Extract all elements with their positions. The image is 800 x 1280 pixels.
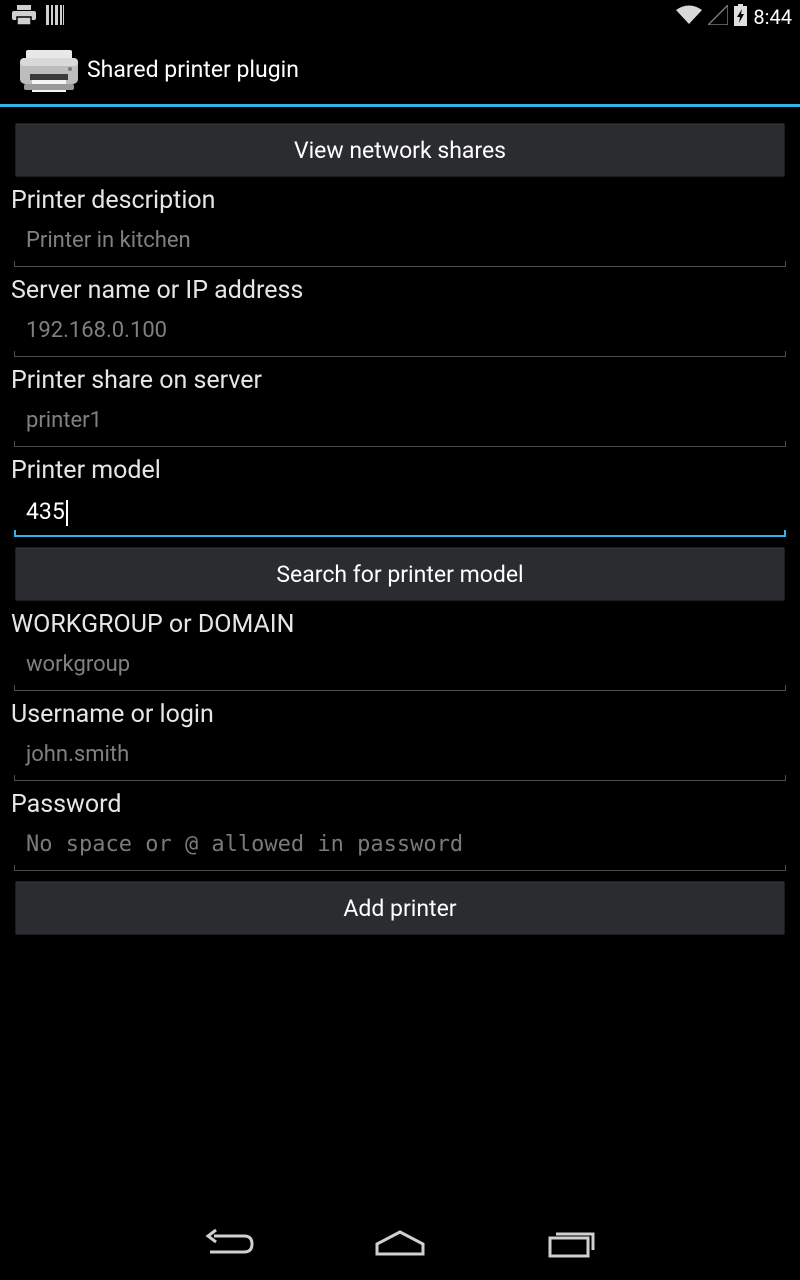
- barcode-notification-icon: [46, 5, 64, 29]
- status-bar: 8:44: [0, 0, 800, 33]
- printer-model-field[interactable]: 435: [14, 492, 786, 537]
- printer-description-field[interactable]: Printer in kitchen: [14, 222, 786, 267]
- server-field[interactable]: 192.168.0.100: [14, 312, 786, 357]
- workgroup-label: WORKGROUP or DOMAIN: [11, 610, 295, 639]
- server-placeholder: 192.168.0.100: [26, 318, 168, 343]
- share-label: Printer share on server: [11, 366, 263, 395]
- workgroup-field[interactable]: workgroup: [14, 646, 786, 691]
- field-underline: [14, 685, 786, 691]
- server-label: Server name or IP address: [11, 276, 304, 305]
- search-printer-model-button[interactable]: Search for printer model: [15, 547, 785, 601]
- username-label: Username or login: [11, 700, 214, 729]
- action-bar-divider: [0, 104, 800, 107]
- username-placeholder: john.smith: [26, 742, 130, 767]
- printer-app-icon[interactable]: [18, 50, 80, 94]
- field-underline: [14, 351, 786, 357]
- field-underline-focused: [14, 530, 786, 537]
- field-underline: [14, 775, 786, 781]
- signal-icon: [706, 3, 730, 29]
- printer-model-label: Printer model: [11, 456, 161, 485]
- add-printer-button[interactable]: Add printer: [15, 881, 785, 935]
- username-field[interactable]: john.smith: [14, 736, 786, 781]
- printer-model-value: 435: [26, 498, 68, 526]
- wifi-icon: [676, 5, 703, 29]
- text-caret: [65, 499, 68, 526]
- password-label: Password: [11, 790, 122, 819]
- navigation-bar: [0, 1208, 800, 1280]
- workgroup-placeholder: workgroup: [26, 652, 131, 677]
- field-underline: [14, 865, 786, 871]
- home-icon[interactable]: [370, 1226, 430, 1262]
- share-placeholder: printer1: [26, 408, 102, 433]
- password-placeholder: No space or @ allowed in password: [26, 832, 464, 857]
- field-underline: [14, 261, 786, 267]
- recent-apps-icon[interactable]: [542, 1226, 602, 1262]
- share-field[interactable]: printer1: [14, 402, 786, 447]
- printer-notification-icon: [12, 5, 36, 29]
- app-title: Shared printer plugin: [87, 56, 299, 83]
- back-icon[interactable]: [200, 1226, 260, 1262]
- battery-charging-icon: [734, 4, 748, 30]
- password-field[interactable]: No space or @ allowed in password: [14, 826, 786, 871]
- view-network-shares-button[interactable]: View network shares: [15, 123, 785, 177]
- clock: 8:44: [753, 5, 792, 29]
- field-underline: [14, 441, 786, 447]
- printer-description-placeholder: Printer in kitchen: [26, 228, 191, 253]
- printer-description-label: Printer description: [11, 186, 216, 215]
